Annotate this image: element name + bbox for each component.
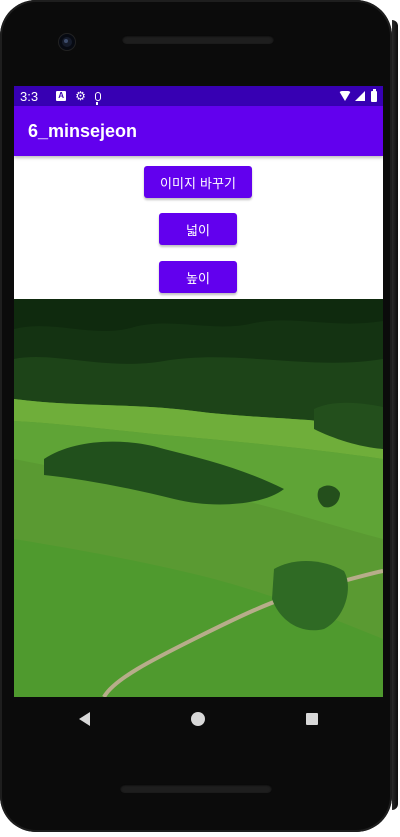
- app-bar: 6_minsejeon: [14, 106, 383, 156]
- phone-device-frame: 3:3 A ⚙ 6_minsejeon 이미지 바꾸기 넓이 높이: [0, 0, 392, 832]
- bottom-speaker: [120, 784, 272, 793]
- status-time: 3:3: [20, 88, 39, 104]
- back-icon[interactable]: [78, 712, 90, 726]
- app-screen: 3:3 A ⚙ 6_minsejeon 이미지 바꾸기 넓이 높이: [14, 86, 383, 697]
- settings-gear-icon: ⚙: [75, 89, 86, 103]
- height-button[interactable]: 높이: [159, 261, 237, 293]
- navigation-bar: [14, 697, 383, 741]
- home-icon[interactable]: [190, 712, 205, 726]
- front-camera: [59, 34, 75, 50]
- earpiece-speaker: [122, 35, 274, 44]
- mic-icon: [94, 91, 101, 105]
- recents-icon[interactable]: [306, 713, 319, 725]
- status-notification-icons: A ⚙: [56, 89, 101, 105]
- meadow-image: [14, 299, 383, 697]
- cell-signal-icon: [355, 91, 365, 101]
- device-side-edge: [392, 20, 398, 810]
- meadow-photo: [14, 299, 383, 697]
- notification-a-icon: A: [56, 91, 67, 101]
- change-image-button[interactable]: 이미지 바꾸기: [144, 166, 252, 198]
- status-bar: 3:3 A ⚙: [14, 86, 383, 106]
- battery-icon: [371, 88, 377, 102]
- wifi-icon: [339, 91, 351, 101]
- width-button[interactable]: 넓이: [159, 213, 237, 245]
- app-title: 6_minsejeon: [28, 120, 138, 141]
- status-system-icons: [339, 88, 377, 102]
